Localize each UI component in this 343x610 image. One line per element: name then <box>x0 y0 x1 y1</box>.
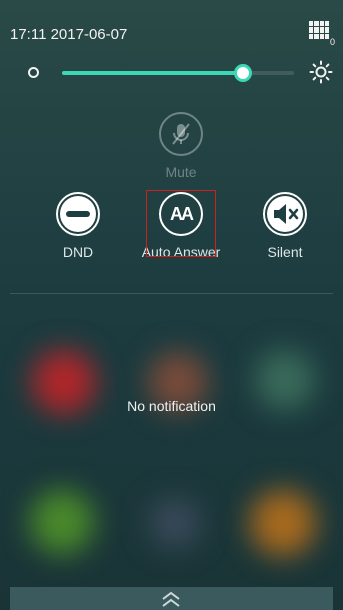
mute-toggle[interactable]: Mute <box>146 112 216 180</box>
brightness-high-icon <box>309 60 333 84</box>
mute-button[interactable] <box>159 112 203 156</box>
auto-answer-highlight-box <box>146 190 216 257</box>
blurred-app-icon <box>150 498 200 548</box>
silent-button[interactable] <box>263 192 307 236</box>
silent-toggle[interactable]: Silent <box>250 192 320 260</box>
notification-shade: 17:11 2017-06-07 0 Mute DND AA Auto Answ… <box>0 0 343 610</box>
dialpad-icon[interactable]: 0 <box>309 21 335 47</box>
dnd-toggle[interactable]: DND <box>43 192 113 260</box>
blurred-app-icon <box>30 490 94 554</box>
do-not-disturb-icon <box>60 196 96 232</box>
blurred-app-icon <box>250 490 316 556</box>
status-datetime: 17:11 2017-06-07 <box>10 26 128 43</box>
double-chevron-up-icon[interactable] <box>160 590 182 608</box>
dialpad-badge: 0 <box>329 37 335 47</box>
brightness-slider[interactable] <box>62 71 294 75</box>
silent-label: Silent <box>267 244 303 260</box>
speaker-mute-icon <box>267 196 303 232</box>
dnd-label: DND <box>62 244 94 260</box>
brightness-slider-thumb[interactable] <box>234 64 252 82</box>
mic-off-icon <box>172 123 190 145</box>
section-divider <box>10 293 333 294</box>
no-notification-text: No notification <box>127 398 216 414</box>
dnd-button[interactable] <box>56 192 100 236</box>
brightness-low-icon <box>28 67 39 78</box>
brightness-slider-fill <box>62 71 243 75</box>
mute-label: Mute <box>165 164 197 180</box>
